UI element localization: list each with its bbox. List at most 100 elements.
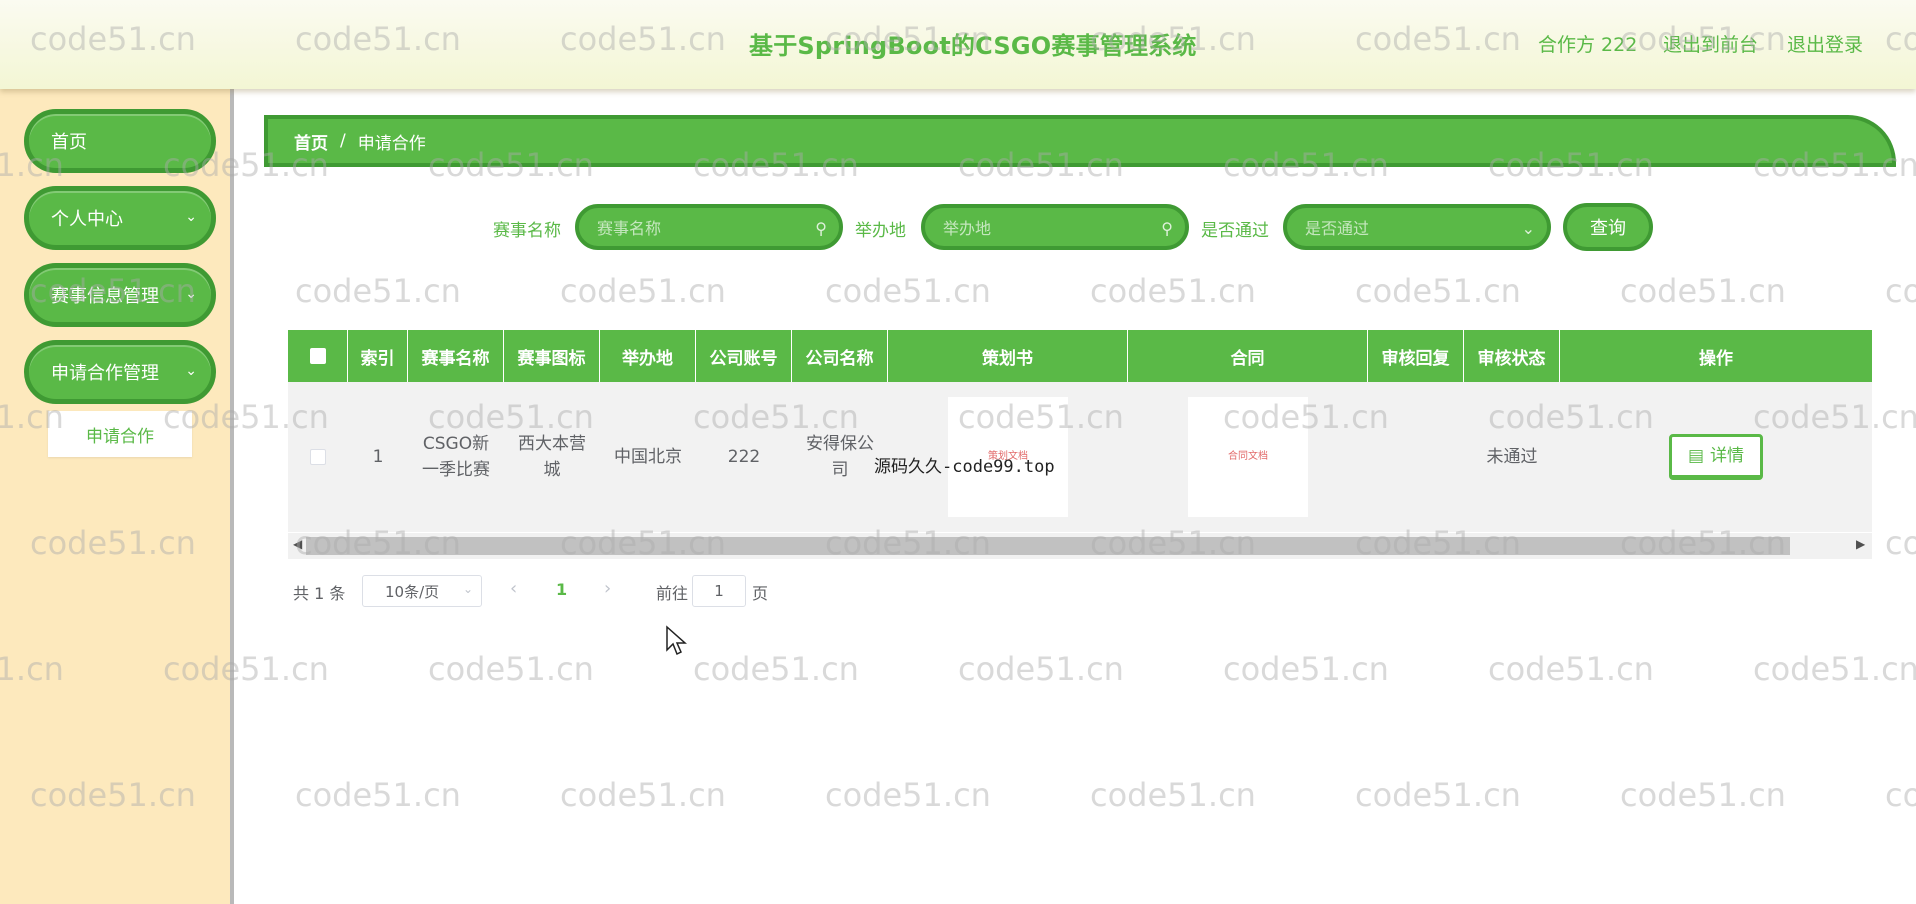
column-header: 举办地 <box>600 330 696 382</box>
chevron-down-icon: ⌄ <box>462 582 473 596</box>
chevron-down-icon: ⌄ <box>185 363 197 379</box>
document-icon: ▤ <box>1687 446 1705 466</box>
row-checkbox[interactable] <box>310 449 326 465</box>
watermark-text: code51.cn <box>428 650 594 688</box>
column-header: 操作 <box>1699 348 1733 369</box>
contract-thumbnail[interactable]: 合同文档 <box>1188 397 1308 517</box>
column-header: 审核回复 <box>1368 330 1464 382</box>
breadcrumb-separator: / <box>340 131 346 151</box>
scrollbar-thumb[interactable] <box>306 537 1790 555</box>
breadcrumb-current: 申请合作 <box>357 133 426 154</box>
cell-venue: 中国北京 <box>614 447 682 467</box>
watermark-text: code51.cn <box>825 776 991 814</box>
column-header: 索引 <box>348 330 408 382</box>
back-to-front-link[interactable]: 退出到前台 <box>1663 30 1758 57</box>
venue-placeholder: 举办地 <box>943 219 992 238</box>
sidebar-item-label: 申请合作管理 <box>51 363 159 384</box>
sidebar-item-event-management[interactable]: 赛事信息管理 ⌄ <box>24 263 216 327</box>
sidebar-item-personal-center[interactable]: 个人中心 ⌄ <box>24 186 216 250</box>
watermark-text: code51.cn <box>1355 272 1521 310</box>
watermark-text: code51.cn <box>1090 272 1256 310</box>
sidebar: 首页 个人中心 ⌄ 赛事信息管理 ⌄ 申请合作管理 ⌄ <box>0 89 234 904</box>
pagination-total: 共 1 条 <box>293 584 346 603</box>
page-number-current[interactable]: 1 <box>556 580 567 599</box>
table-header: 索引 赛事名称 赛事图标 举办地 公司账号 公司名称 策划书 合同 审核回复 审… <box>288 330 1872 382</box>
sidebar-item-label: 首页 <box>51 132 87 153</box>
event-name-placeholder: 赛事名称 <box>597 219 662 238</box>
watermark-text: code51.cn <box>958 650 1124 688</box>
passed-label: 是否通过 <box>1201 221 1269 241</box>
table-horizontal-scrollbar[interactable]: ◀ ▶ <box>288 533 1872 559</box>
current-user-label: 合作方 222 <box>1538 34 1638 56</box>
watermark-text: code51.cn <box>560 776 726 814</box>
select-all-checkbox[interactable] <box>309 348 326 364</box>
cell-company-account: 222 <box>727 447 761 467</box>
watermark-text: code51.cn <box>295 776 461 814</box>
sidebar-item-home[interactable]: 首页 <box>24 109 216 173</box>
watermark-text: code51.cn <box>1090 776 1256 814</box>
logout-link[interactable]: 退出登录 <box>1787 30 1863 57</box>
sidebar-subitem-apply-cooperation[interactable]: 申请合作 <box>48 411 192 457</box>
chevron-down-icon: ⌄ <box>185 209 197 225</box>
cell-index: 1 <box>372 447 384 467</box>
watermark-text: code51.cn <box>1223 650 1389 688</box>
watermark-text: code51.cn <box>1620 272 1786 310</box>
table-row: 1 CSGO新一季比赛 西大本营城 中国北京 222 安得保公司 策划文档 合同… <box>288 382 1872 532</box>
breadcrumb-home[interactable]: 首页 <box>294 129 328 154</box>
column-header: 合同 <box>1128 330 1368 382</box>
sidebar-item-label: 赛事信息管理 <box>51 286 159 307</box>
goto-suffix: 页 <box>752 584 769 603</box>
event-name-label: 赛事名称 <box>493 221 561 241</box>
chevron-down-icon: ⌄ <box>185 286 197 302</box>
goto-page-input[interactable]: 1 <box>692 575 746 607</box>
passed-select[interactable]: 是否通过 ⌄ <box>1283 204 1551 250</box>
cell-event-name: CSGO新一季比赛 <box>422 434 490 480</box>
page-size-value: 10条/页 <box>385 582 440 601</box>
breadcrumb: 首页 / 申请合作 <box>264 115 1896 167</box>
cell-contract: 合同文档 <box>1128 382 1368 532</box>
overlay-text: 源码久久-code99.top <box>874 457 1055 477</box>
watermark-text: code51.cn <box>693 650 859 688</box>
column-header: 赛事名称 <box>408 330 504 382</box>
cell-actions: ▤ 详情 <box>1560 382 1872 532</box>
column-header: 策划书 <box>888 330 1128 382</box>
watermark-text: code51.cn <box>1355 776 1521 814</box>
chevron-down-icon: ⌄ <box>1521 219 1535 238</box>
goto-prefix: 前往 <box>656 584 689 603</box>
app-title: 基于SpringBoot的CSGO赛事管理系统 <box>749 32 1197 60</box>
prev-page-icon[interactable]: ‹ <box>510 578 517 599</box>
watermark-text: code51.cn <box>1620 776 1786 814</box>
watermark-text: code51.cn <box>1885 776 1916 814</box>
sidebar-item-label: 个人中心 <box>51 209 123 230</box>
select-all-cell <box>288 330 348 382</box>
search-icon: ⚲ <box>815 219 827 238</box>
column-header: 公司名称 <box>792 330 888 382</box>
event-name-input[interactable]: 赛事名称 ⚲ <box>575 204 843 250</box>
watermark-text: code51.cn <box>1753 650 1916 688</box>
detail-button-label: 详情 <box>1710 446 1745 466</box>
next-page-icon[interactable]: › <box>604 578 611 599</box>
watermark-text: code51.cn <box>1885 272 1916 310</box>
search-icon: ⚲ <box>1161 219 1173 238</box>
top-header: 基于SpringBoot的CSGO赛事管理系统 合作方 222 退出到前台 退出… <box>0 0 1916 89</box>
cell-event-icon: 西大本营城 <box>518 434 586 480</box>
watermark-text: code51.cn <box>1885 524 1916 562</box>
passed-placeholder: 是否通过 <box>1305 219 1370 238</box>
cell-review-reply <box>1368 382 1464 532</box>
watermark-text: code51.cn <box>560 272 726 310</box>
watermark-text: code51.cn <box>295 272 461 310</box>
page-size-select[interactable]: 10条/页 ⌄ <box>362 575 482 607</box>
venue-input[interactable]: 举办地 ⚲ <box>921 204 1189 250</box>
scroll-left-icon[interactable]: ◀ <box>293 537 302 551</box>
row-select-cell <box>288 382 348 532</box>
sidebar-item-cooperation-management[interactable]: 申请合作管理 ⌄ <box>24 340 216 404</box>
cell-review-status: 未通过 <box>1486 447 1538 467</box>
venue-label: 举办地 <box>855 221 906 241</box>
watermark-text: code51.cn <box>1488 650 1654 688</box>
query-button[interactable]: 查询 <box>1563 203 1653 251</box>
mouse-cursor-icon <box>666 625 687 656</box>
column-header: 审核状态 <box>1464 330 1560 382</box>
column-header: 赛事图标 <box>504 330 600 382</box>
detail-button[interactable]: ▤ 详情 <box>1669 434 1763 480</box>
scroll-right-icon[interactable]: ▶ <box>1856 537 1865 551</box>
